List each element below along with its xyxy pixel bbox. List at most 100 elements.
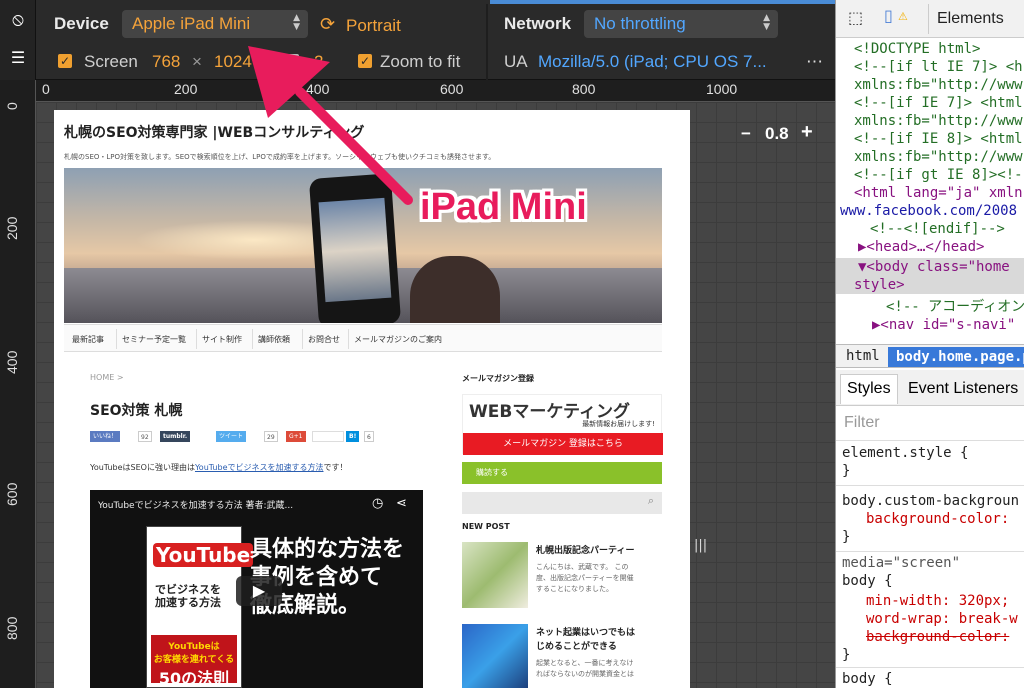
hatena-button[interactable]: B! (346, 431, 360, 442)
gplus-count-badge (312, 431, 344, 442)
nav-item[interactable]: サイト制作 (202, 334, 242, 345)
dom-line[interactable]: www.facebook.com/2008 (840, 202, 1017, 220)
tweet-button[interactable]: ツイート (216, 431, 247, 442)
css-selector[interactable]: body { (842, 669, 893, 688)
rotate-icon[interactable]: ⟳ (320, 14, 335, 35)
site-title[interactable]: 札幌のSEO対策専門家 |WEBコンサルティング (64, 122, 364, 142)
like-count: 92 (138, 431, 152, 442)
subscribe-button[interactable]: 購読する (462, 462, 662, 484)
like-button[interactable]: いいね！ (90, 431, 121, 442)
nav-item[interactable]: メールマガジンのご案内 (354, 334, 442, 345)
network-label: Network (504, 14, 572, 33)
search-input[interactable]: ⌕ (462, 492, 662, 514)
hatena-count: 6 (364, 431, 374, 442)
crumb-html[interactable]: html (846, 348, 880, 364)
styles-filter-input[interactable]: Filter (844, 414, 880, 432)
orientation-button[interactable]: Portrait (346, 16, 401, 36)
screen-checkbox[interactable]: ✓ (58, 54, 72, 68)
dpr-checkbox[interactable] (285, 54, 299, 68)
play-icon[interactable]: ▶ (236, 576, 282, 606)
dom-line[interactable]: ▶<nav id="s-navi" (872, 316, 1015, 334)
ruler-tick-label: 400 (306, 81, 330, 97)
styles-tabbar: Styles Event Listeners (836, 370, 1024, 406)
css-property-overridden[interactable]: background-color: (866, 627, 1009, 647)
zoom-control: − 0.8 + (741, 121, 821, 148)
dom-line[interactable]: <!--[if IE 7]> <html (854, 94, 1023, 112)
css-property[interactable]: background-color: (866, 509, 1009, 529)
post-thumbnail[interactable] (462, 542, 528, 608)
screen-label: Screen (84, 52, 138, 71)
drawer-icon[interactable]: ☰ (8, 48, 28, 68)
dom-line[interactable]: <!DOCTYPE html> (854, 40, 980, 58)
dom-line[interactable]: <!-- アコーディオン (886, 298, 1024, 316)
nav-item[interactable]: 講師依頼 (258, 334, 290, 345)
post-title-link[interactable]: 札幌出版記念パーティー (536, 544, 634, 558)
mailmag-register-button[interactable]: メールマガジン 登録はこちら (463, 433, 663, 455)
dom-line[interactable]: ▶<head>…</head> (858, 238, 984, 256)
search-icon[interactable]: ⌕ (648, 494, 654, 508)
ua-input[interactable]: Mozilla/5.0 (iPad; CPU OS 7... (538, 52, 767, 72)
ruler-tick-label: 800 (4, 616, 20, 640)
inspect-icon[interactable]: ⬚ (848, 8, 863, 27)
css-brace: } (842, 529, 851, 545)
dpr-input[interactable]: 2 (314, 52, 323, 72)
clock-icon[interactable]: ◷ (372, 496, 383, 511)
nav-item[interactable]: セミナー予定一覧 (122, 334, 186, 345)
dom-line[interactable]: <html lang="ja" xmln (854, 184, 1023, 202)
more-icon[interactable]: ⋯ (806, 52, 823, 72)
css-property[interactable]: word-wrap: break-w (866, 609, 1018, 629)
devtools-panel: ⬚ ▯ ⚠ Elements <!DOCTYPE html> <!--[if l… (835, 0, 1024, 688)
video-title[interactable]: YouTubeでビジネスを加速する方法 著者:武蔵... (98, 498, 293, 511)
ruler-tick-label: 200 (4, 216, 20, 240)
dom-line[interactable]: xmlns:fb="http://www (854, 76, 1023, 94)
tumblr-button[interactable]: tumblr. (160, 431, 191, 442)
tab-event-listeners[interactable]: Event Listeners (908, 374, 1018, 404)
zoom-in-button[interactable]: + (801, 121, 813, 144)
resize-handle-icon[interactable]: ||| (694, 538, 707, 553)
network-select[interactable]: No throttling ▲ ▼ (584, 10, 778, 38)
css-selector[interactable]: element.style { (842, 443, 968, 463)
book-subtitle: でビジネスを 加速する方法 (155, 583, 221, 609)
dom-line[interactable]: <!--[if lt IE 7]> <h (854, 58, 1023, 76)
dom-line[interactable]: <!--[if gt IE 8]><!- (854, 166, 1023, 184)
mailmag-heading: メールマガジン登録 (462, 374, 534, 383)
crumb-body[interactable]: body.home.page.p (888, 347, 1024, 367)
zoom-out-button[interactable]: − (741, 124, 751, 144)
zoom-to-fit-label: Zoom to fit (380, 52, 461, 71)
nav-item[interactable]: お問合せ (308, 334, 340, 345)
emulation-side-bar: ⦸ ☰ (0, 0, 36, 80)
breadcrumb[interactable]: HOME > (90, 373, 124, 382)
dom-line[interactable]: xmlns:fb="http://www (854, 112, 1023, 130)
gplus-button[interactable]: G+1 (286, 431, 306, 442)
css-selector[interactable]: body { (842, 571, 893, 591)
css-selector[interactable]: body.custom-backgroun (842, 491, 1019, 511)
share-icon[interactable]: ⋖ (396, 496, 407, 511)
screen-height-input[interactable]: 1024 (214, 52, 252, 72)
screen-width-input[interactable]: 768 (152, 52, 180, 72)
device-select[interactable]: Apple iPad Mini ▲ ▼ (122, 10, 308, 38)
intro-link[interactable]: YouTubeでビジネスを加速する方法 (195, 463, 324, 472)
network-tab-indicator (490, 0, 835, 4)
zoom-to-fit-checkbox[interactable]: ✓ (358, 54, 372, 68)
post-thumbnail[interactable] (462, 624, 528, 688)
css-property[interactable]: min-width: 320px; (866, 591, 1009, 611)
mailmag-banner[interactable]: WEBマーケティング 最新情報お届けします! メールマガジン 登録はこちら (462, 394, 663, 455)
dom-line[interactable]: ▼<body class="home (858, 258, 1010, 276)
dom-line[interactable]: <!--<![endif]--> (870, 220, 1005, 238)
prohibit-icon[interactable]: ⦸ (8, 10, 28, 30)
vertical-ruler: 0 200 400 600 800 (0, 80, 36, 688)
tweet-count: 29 (264, 431, 278, 442)
device-mode-icon[interactable]: ▯ (884, 6, 893, 25)
site-description: 札幌のSEO・LPO対策を致します。SEOで検索順位を上げ、LPOで成約率を上げ… (64, 153, 496, 161)
devtools-tabbar: ⬚ ▯ ⚠ Elements (836, 0, 1024, 38)
dom-line[interactable]: style> (854, 276, 905, 294)
tab-elements[interactable]: Elements (928, 4, 1012, 34)
dom-line[interactable]: <!--[if IE 8]> <html (854, 130, 1023, 148)
nav-item[interactable]: 最新記事 (72, 334, 104, 345)
tab-styles[interactable]: Styles (840, 374, 898, 404)
device-select-value: Apple iPad Mini (132, 14, 251, 33)
ruler-tick-label: 200 (174, 81, 198, 97)
youtube-embed[interactable]: YouTubeでビジネスを加速する方法 著者:武蔵... ◷ ⋖ YouTube… (90, 490, 423, 688)
post-title-link[interactable]: ネット起業はいつでもは じめることができる (536, 626, 635, 654)
dom-line[interactable]: xmlns:fb="http://www (854, 148, 1023, 166)
